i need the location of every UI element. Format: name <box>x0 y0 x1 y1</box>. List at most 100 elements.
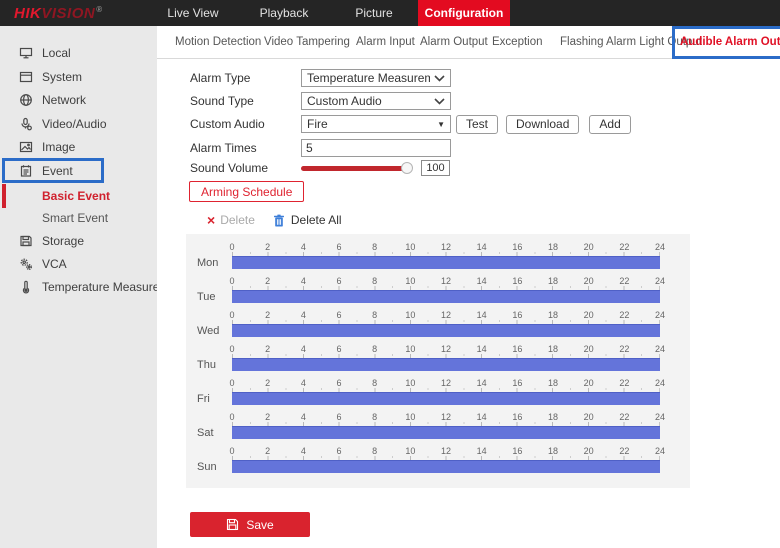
schedule-bar-track[interactable] <box>232 392 660 405</box>
hour-tick-label: 0 <box>229 412 234 422</box>
hour-tick-label: 4 <box>301 446 306 456</box>
chevron-down-icon <box>434 75 445 82</box>
save-button[interactable]: Save <box>190 512 310 537</box>
logo-text-vision: VISION <box>41 5 95 22</box>
volume-slider[interactable] <box>301 161 407 175</box>
schedule-timeline[interactable]: 024681012141618202224 <box>232 344 660 378</box>
schedule-bar[interactable] <box>232 358 660 371</box>
triangle-down-icon: ▼ <box>437 120 445 129</box>
hour-tick-label: 22 <box>619 310 629 320</box>
sidebar-item-local[interactable]: Local <box>0 42 157 64</box>
sidebar-item-vca[interactable]: VCA <box>0 253 157 275</box>
schedule-bar[interactable] <box>232 290 660 303</box>
sidebar-item-storage[interactable]: Storage <box>0 230 157 252</box>
schedule-timeline[interactable]: 024681012141618202224 <box>232 378 660 412</box>
hour-tick-label: 16 <box>512 344 522 354</box>
schedule-timeline[interactable]: 024681012141618202224 <box>232 276 660 310</box>
sidebar-item-image[interactable]: Image <box>0 136 157 158</box>
hour-tick-label: 0 <box>229 310 234 320</box>
hour-tick-label: 6 <box>336 276 341 286</box>
hour-tick-label: 20 <box>584 276 594 286</box>
hour-tick-label: 10 <box>405 310 415 320</box>
custom-audio-row: Custom Audio Fire ▼ Test Download Add <box>190 115 631 133</box>
hour-tick-label: 0 <box>229 344 234 354</box>
hour-tick-label: 2 <box>265 344 270 354</box>
schedule-bar[interactable] <box>232 460 660 473</box>
tab-video-tampering[interactable]: Video Tampering <box>264 26 350 59</box>
tab-audible-alarm-output[interactable]: Audible Alarm Output <box>672 26 780 59</box>
schedule-timeline[interactable]: 024681012141618202224 <box>232 310 660 344</box>
custom-audio-select[interactable]: Fire ▼ <box>301 115 451 133</box>
schedule-bar[interactable] <box>232 392 660 405</box>
schedule-day-row: Thu 024681012141618202224 <box>186 344 690 378</box>
alarm-times-row: Alarm Times <box>190 139 451 157</box>
alarm-type-label: Alarm Type <box>190 71 301 85</box>
tab-alarm-input[interactable]: Alarm Input <box>356 26 415 59</box>
alarm-times-input[interactable] <box>301 139 451 157</box>
delete-button[interactable]: Delete <box>220 213 255 227</box>
hour-tick-label: 12 <box>441 378 451 388</box>
nav-picture[interactable]: Picture <box>344 0 404 26</box>
schedule-timeline[interactable]: 024681012141618202224 <box>232 242 660 276</box>
schedule-bar-track[interactable] <box>232 324 660 337</box>
schedule-timeline[interactable]: 024681012141618202224 <box>232 412 660 446</box>
schedule-timeline[interactable]: 024681012141618202224 <box>232 446 660 480</box>
nav-configuration[interactable]: Configuration <box>418 0 510 26</box>
hour-tick-label: 2 <box>265 276 270 286</box>
schedule-bar-track[interactable] <box>232 460 660 473</box>
test-button[interactable]: Test <box>456 115 498 134</box>
hour-tick-label: 10 <box>405 242 415 252</box>
sidebar-item-network[interactable]: Network <box>0 89 157 111</box>
schedule-hour-ruler: 024681012141618202224 <box>232 446 660 456</box>
nav-playback[interactable]: Playback <box>250 0 318 26</box>
storage-icon <box>19 234 33 248</box>
hour-tick-label: 6 <box>336 378 341 388</box>
schedule-day-row: Tue 024681012141618202224 <box>186 276 690 310</box>
thermometer-icon <box>19 280 33 294</box>
schedule-bar[interactable] <box>232 256 660 269</box>
schedule-hour-ruler: 024681012141618202224 <box>232 310 660 320</box>
nav-live-view[interactable]: Live View <box>160 0 226 26</box>
arming-schedule-section-button[interactable]: Arming Schedule <box>189 181 304 202</box>
tab-alarm-output[interactable]: Alarm Output <box>420 26 488 59</box>
schedule-day-row: Sun 024681012141618202224 <box>186 446 690 480</box>
tab-motion-detection[interactable]: Motion Detection <box>175 26 261 59</box>
schedule-day-label: Sun <box>186 446 232 480</box>
hour-tick-label: 4 <box>301 310 306 320</box>
save-icon <box>226 518 239 531</box>
schedule-bar-track[interactable] <box>232 256 660 269</box>
hour-tick-label: 12 <box>441 276 451 286</box>
hour-tick-label: 0 <box>229 276 234 286</box>
sound-type-select[interactable]: Custom Audio <box>301 92 451 110</box>
sidebar-item-temperature-measurement[interactable]: Temperature Measurement <box>0 276 157 298</box>
schedule-bar[interactable] <box>232 426 660 439</box>
hour-tick-label: 14 <box>477 378 487 388</box>
sidebar-item-video-audio[interactable]: Video/Audio <box>0 113 157 135</box>
hour-tick-label: 2 <box>265 446 270 456</box>
tab-content: Alarm Type Temperature Measurement Sound… <box>157 59 780 548</box>
hour-tick-label: 22 <box>619 344 629 354</box>
hour-tick-label: 10 <box>405 446 415 456</box>
sidebar-item-basic-event[interactable]: Basic Event <box>0 185 157 207</box>
schedule-day-label: Fri <box>186 378 232 412</box>
add-button[interactable]: Add <box>589 115 630 134</box>
schedule-hour-ruler: 024681012141618202224 <box>232 378 660 388</box>
microphone-icon <box>19 117 33 131</box>
sound-volume-row: Sound Volume 100 <box>190 159 450 177</box>
sidebar-item-system[interactable]: System <box>0 66 157 88</box>
schedule-day-row: Sat 024681012141618202224 <box>186 412 690 446</box>
download-button[interactable]: Download <box>506 115 579 134</box>
alarm-type-select[interactable]: Temperature Measurement <box>301 69 451 87</box>
delete-all-button[interactable]: Delete All <box>291 213 342 227</box>
volume-slider-handle[interactable] <box>401 162 413 174</box>
tab-exception[interactable]: Exception <box>492 26 543 59</box>
schedule-bar-track[interactable] <box>232 290 660 303</box>
schedule-bar-track[interactable] <box>232 426 660 439</box>
schedule-bar[interactable] <box>232 324 660 337</box>
hour-tick-label: 14 <box>477 310 487 320</box>
basic-event-selected-indicator <box>2 184 6 208</box>
sidebar-item-smart-event[interactable]: Smart Event <box>0 207 157 229</box>
schedule-bar-track[interactable] <box>232 358 660 371</box>
hour-tick-label: 4 <box>301 242 306 252</box>
logo-registered-mark: ® <box>96 5 102 14</box>
